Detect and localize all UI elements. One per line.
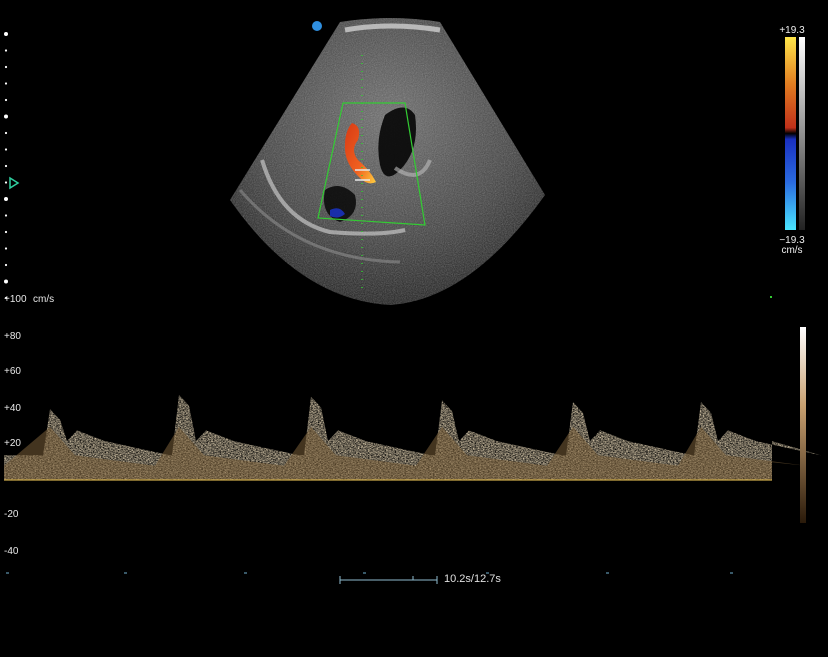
- spectral-gray-bar: [800, 327, 806, 523]
- timeline-scale: [339, 576, 438, 584]
- focus-marker-icon[interactable]: [9, 176, 20, 190]
- ultrasound-display: +19.3 −19.3 cm/s cm/s +100 +80 +60 +40 +…: [0, 0, 828, 652]
- velocity-label-40: +40: [4, 403, 21, 414]
- bmode-image: [230, 18, 545, 305]
- velocity-label-neg20: -20: [4, 509, 19, 520]
- depth-scale: [4, 32, 8, 300]
- velocity-label-60: +60: [4, 366, 21, 377]
- velocity-label-neg40: -40: [4, 546, 19, 557]
- spectral-doppler-display: [4, 296, 821, 574]
- spectral-dot-marker: [770, 296, 772, 298]
- timeline-readout: 10.2s/12.7s: [444, 573, 501, 585]
- ultrasound-canvas: [4, 18, 821, 584]
- color-scale-unit-label: cm/s: [781, 245, 803, 256]
- velocity-unit-label: cm/s: [33, 294, 55, 305]
- velocity-label-80: +80: [4, 331, 21, 342]
- color-scale-max-label: +19.3: [779, 25, 805, 36]
- velocity-label-100: +100: [4, 294, 27, 305]
- color-velocity-bar: [785, 37, 805, 230]
- orientation-marker: [312, 21, 322, 31]
- velocity-label-20: +20: [4, 438, 21, 449]
